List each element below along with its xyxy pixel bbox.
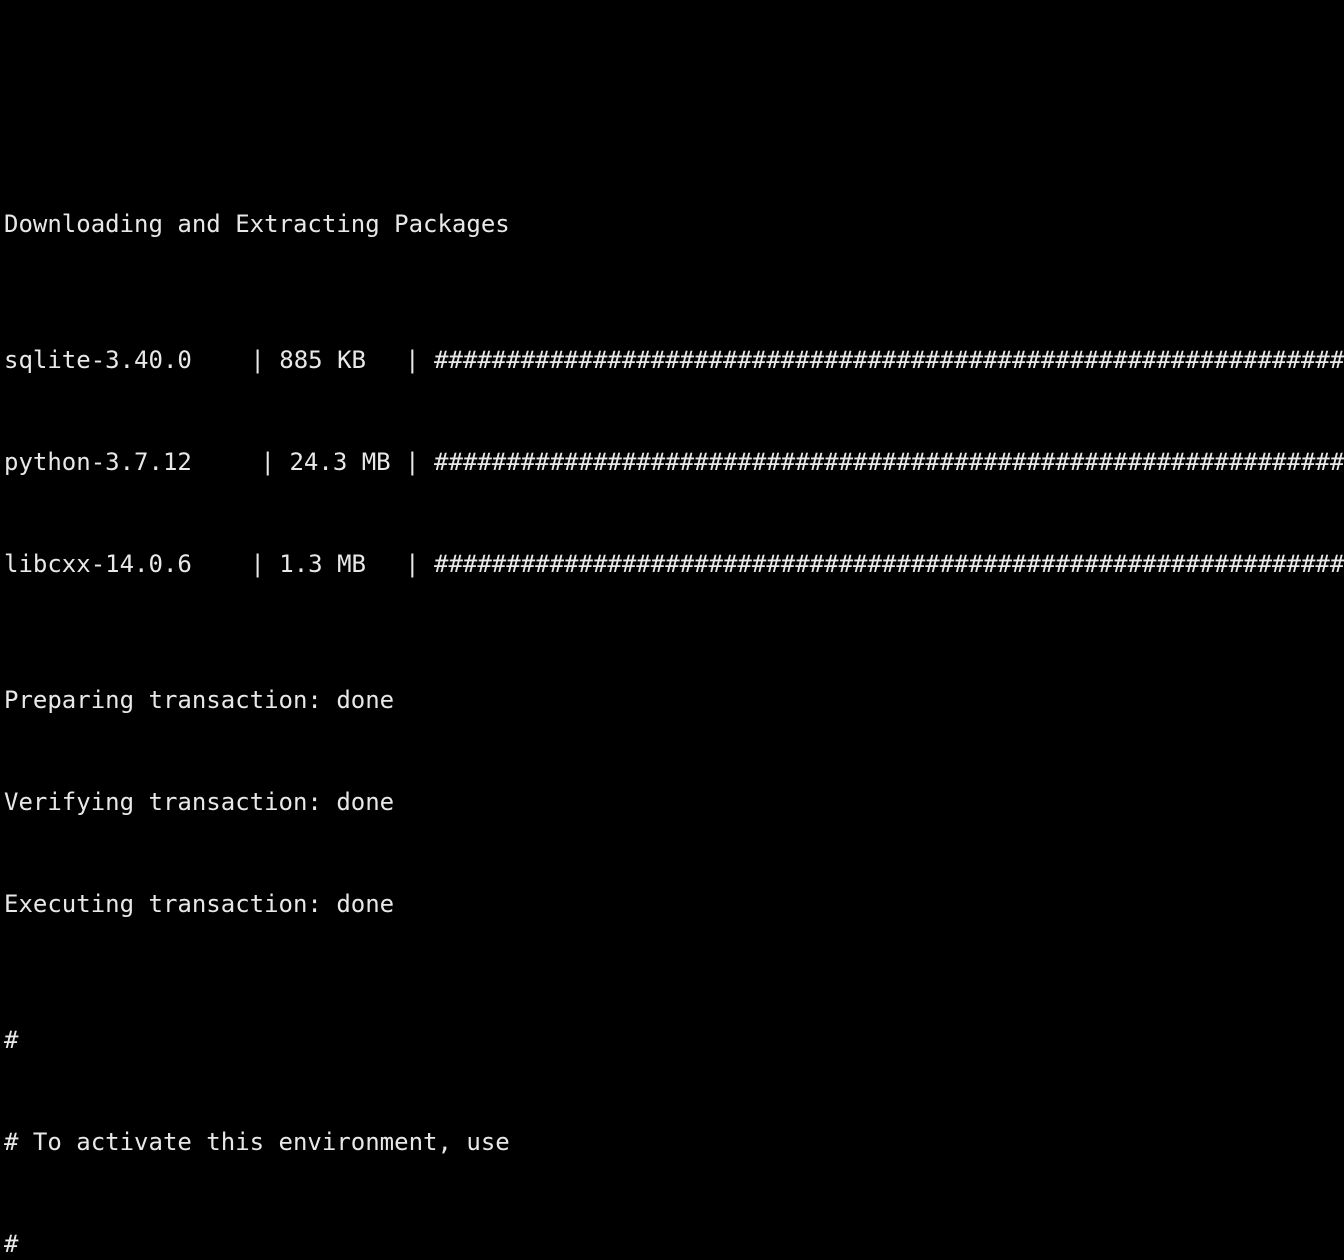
progress-bar: ########################################… [434, 445, 1344, 479]
package-row: python-3.7.12 | 24.3 MB | ##############… [4, 445, 1344, 479]
txn-execute: Executing transaction: done [4, 887, 1344, 921]
instruction-line: # [4, 1227, 1344, 1260]
progress-bar: ########################################… [434, 343, 1344, 377]
package-size: 885 KB [279, 343, 376, 377]
sep: | [391, 445, 434, 479]
download-header: Downloading and Extracting Packages [4, 207, 1344, 241]
sep: | [236, 547, 279, 581]
sep: | [376, 547, 434, 581]
package-name: sqlite-3.40.0 [4, 343, 236, 377]
instruction-line: # To activate this environment, use [4, 1125, 1344, 1159]
terminal-output[interactable]: Downloading and Extracting Packages sqli… [0, 136, 1344, 1260]
package-size: 24.3 MB [289, 445, 390, 479]
txn-prepare: Preparing transaction: done [4, 683, 1344, 717]
sep: | [246, 445, 289, 479]
sep: | [236, 343, 279, 377]
package-size: 1.3 MB [279, 547, 376, 581]
package-name: python-3.7.12 [4, 445, 246, 479]
txn-verify: Verifying transaction: done [4, 785, 1344, 819]
package-row: sqlite-3.40.0 | 885 KB | ###############… [4, 343, 1344, 377]
progress-bar: ########################################… [434, 547, 1344, 581]
sep: | [376, 343, 434, 377]
package-name: libcxx-14.0.6 [4, 547, 236, 581]
instruction-line: # [4, 1023, 1344, 1057]
package-row: libcxx-14.0.6 | 1.3 MB | ###############… [4, 547, 1344, 581]
